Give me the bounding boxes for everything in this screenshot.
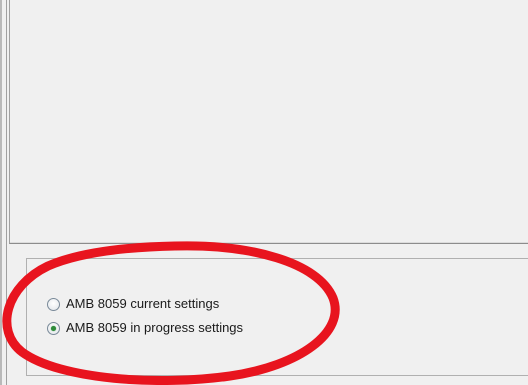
settings-window: AMB 8059 current settings AMB 8059 in pr… [0, 0, 528, 385]
radio-button-unchecked[interactable] [47, 297, 60, 311]
radio-button-checked[interactable] [47, 321, 60, 335]
radio-selected-dot [51, 325, 56, 331]
radio-label: AMB 8059 in progress settings [66, 320, 244, 335]
radio-option-in-progress-settings[interactable]: AMB 8059 in progress settings [47, 319, 243, 337]
radio-label: AMB 8059 current settings [66, 296, 220, 311]
content-area [9, 0, 528, 244]
settings-options-panel [26, 258, 528, 376]
window-left-border [0, 0, 9, 385]
radio-option-current-settings[interactable]: AMB 8059 current settings [47, 295, 219, 313]
